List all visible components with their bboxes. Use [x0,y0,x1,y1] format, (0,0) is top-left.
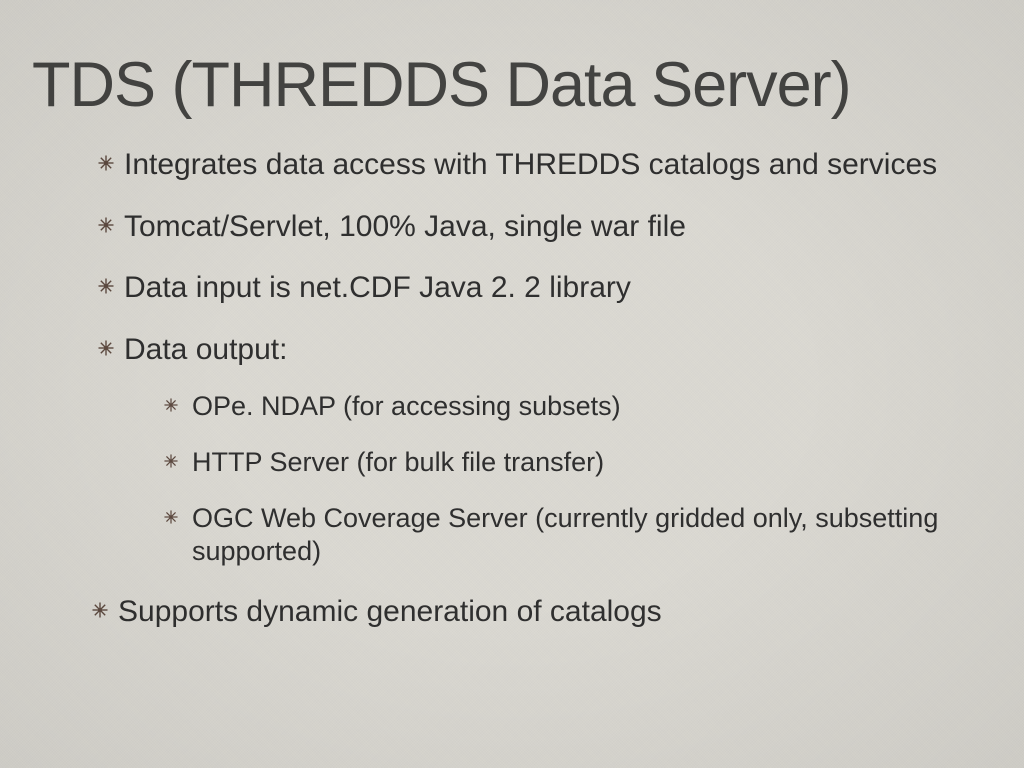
bullet-icon [164,454,178,468]
list-item-text: Tomcat/Servlet, 100% Java, single war fi… [124,210,686,243]
list-item: Tomcat/Servlet, 100% Java, single war fi… [98,208,992,246]
list-item: Data input is net.CDF Java 2. 2 library [98,269,992,307]
list-item-text: Data output: [124,333,287,366]
list-item: OPe. NDAP (for accessing subsets) [164,390,992,424]
bullet-icon [164,510,178,524]
bullet-icon [98,278,114,294]
list-item: Supports dynamic generation of catalogs [92,593,992,631]
list-item: Data output: OPe. NDAP (for accessing su… [98,331,992,570]
bullet-list: Integrates data access with THREDDS cata… [32,146,992,631]
list-item-text: Supports dynamic generation of catalogs [118,595,662,628]
list-item-text: OGC Web Coverage Server (currently gridd… [192,503,938,567]
sub-list: OPe. NDAP (for accessing subsets) HTTP S… [124,390,992,569]
bullet-icon [98,217,114,233]
list-item-text: Data input is net.CDF Java 2. 2 library [124,271,631,304]
bullet-icon [98,340,114,356]
list-item: Integrates data access with THREDDS cata… [98,146,992,184]
list-item-text: HTTP Server (for bulk file transfer) [192,447,604,477]
bullet-icon [92,602,108,618]
bullet-icon [164,398,178,412]
list-item-text: OPe. NDAP (for accessing subsets) [192,391,621,421]
list-item: OGC Web Coverage Server (currently gridd… [164,502,992,570]
slide: TDS (THREDDS Data Server) Integrates dat… [0,0,1024,631]
bullet-icon [98,155,114,171]
slide-title: TDS (THREDDS Data Server) [32,52,992,118]
list-item: HTTP Server (for bulk file transfer) [164,446,992,480]
list-item-text: Integrates data access with THREDDS cata… [124,148,937,181]
